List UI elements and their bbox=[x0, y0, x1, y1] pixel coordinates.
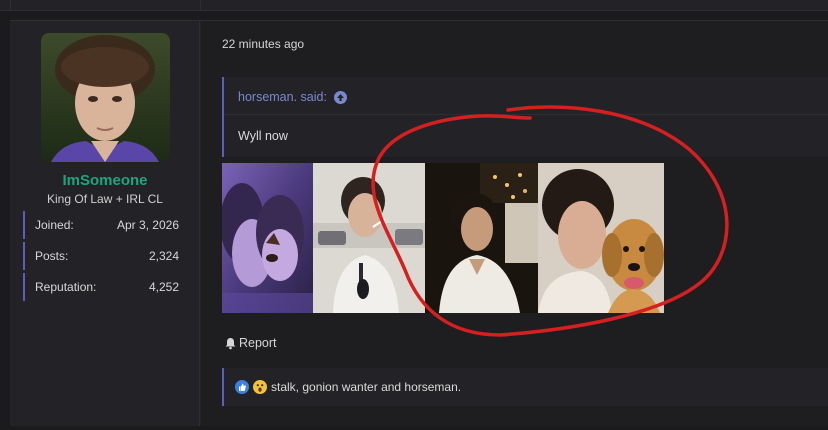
post-content: 22 minutes ago horseman. said: Wyll now bbox=[201, 21, 828, 426]
quote-author[interactable]: horseman. said: bbox=[238, 90, 327, 104]
stat-label: Reputation: bbox=[35, 280, 97, 294]
stat-label: Posts: bbox=[35, 249, 69, 263]
quote-divider bbox=[224, 114, 828, 115]
report-label[interactable]: Report bbox=[239, 336, 277, 350]
stat-posts: Posts: 2,324 bbox=[23, 242, 188, 270]
user-info-panel: ImSomeone King Of Law + IRL CL Joined: A… bbox=[10, 21, 200, 426]
like-icon bbox=[235, 380, 249, 394]
stat-value[interactable]: 2,324 bbox=[149, 249, 179, 263]
stat-value: Apr 3, 2026 bbox=[116, 218, 179, 232]
image-thumb-4[interactable] bbox=[538, 163, 664, 313]
image-thumb-3[interactable] bbox=[425, 163, 538, 313]
quote-header[interactable]: horseman. said: bbox=[238, 90, 347, 104]
forum-post: ImSomeone King Of Law + IRL CL Joined: A… bbox=[10, 20, 828, 426]
quote-block: horseman. said: Wyll now bbox=[222, 77, 828, 157]
arrow-up-icon[interactable] bbox=[333, 90, 347, 104]
reactions-bar[interactable]: stalk, gonion wanter and horseman. bbox=[222, 368, 828, 406]
avatar[interactable] bbox=[41, 33, 170, 162]
previous-post-footer bbox=[0, 0, 828, 11]
image-thumb-1[interactable] bbox=[222, 163, 313, 313]
image-gallery bbox=[222, 163, 664, 313]
stat-label: Joined: bbox=[35, 218, 74, 232]
reactions-text[interactable]: stalk, gonion wanter and horseman. bbox=[271, 380, 461, 394]
bell-icon bbox=[225, 337, 236, 349]
wow-icon bbox=[253, 380, 267, 394]
image-thumb-2[interactable] bbox=[313, 163, 425, 313]
stat-reputation: Reputation: 4,252 bbox=[23, 273, 188, 301]
post-timestamp[interactable]: 22 minutes ago bbox=[222, 37, 304, 51]
stat-joined: Joined: Apr 3, 2026 bbox=[23, 211, 188, 239]
user-title: King Of Law + IRL CL bbox=[47, 192, 163, 206]
stat-value: 4,252 bbox=[148, 280, 179, 294]
quote-text: Wyll now bbox=[238, 129, 288, 143]
report-link[interactable]: Report bbox=[224, 336, 277, 350]
username[interactable]: ImSomeone bbox=[10, 172, 200, 189]
